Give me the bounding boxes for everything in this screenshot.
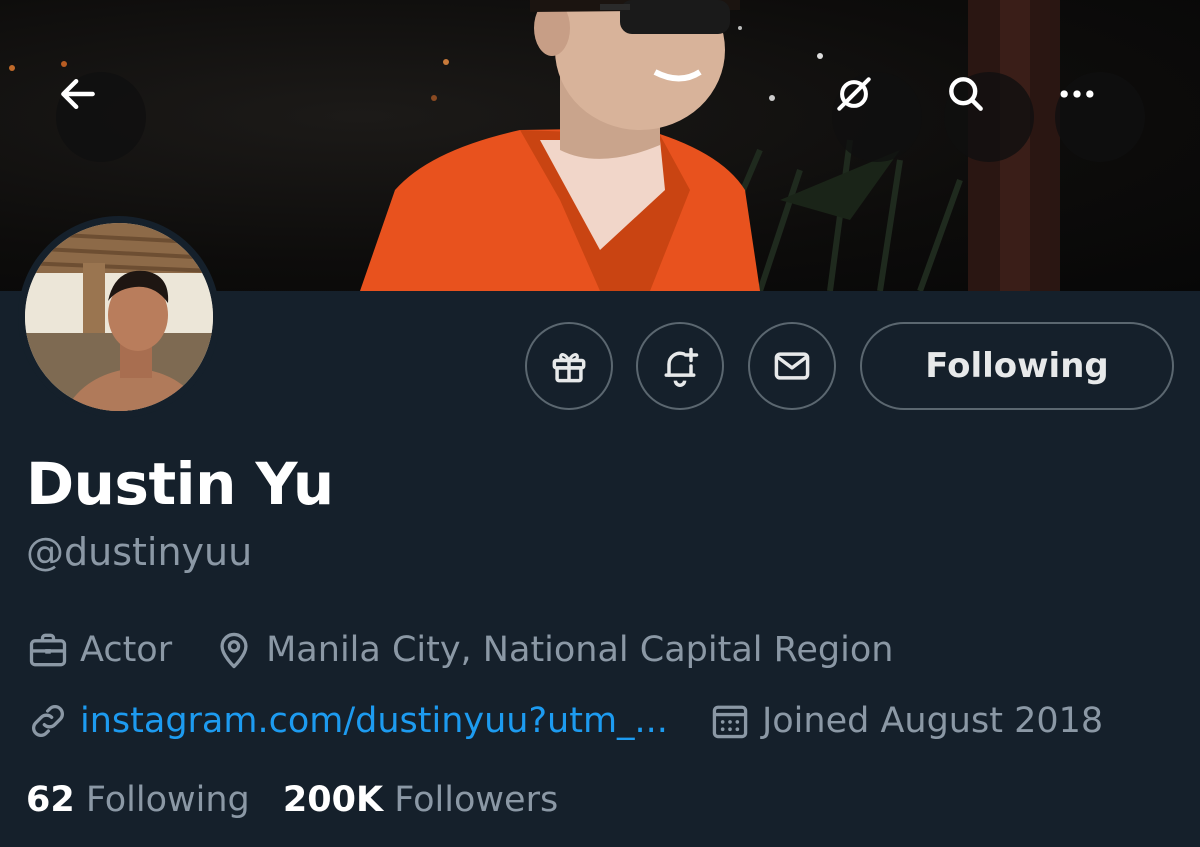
followers-label: Followers	[394, 780, 559, 820]
username-handle: @dustinyuu	[26, 530, 253, 574]
profile-meta-row-2: instagram.com/dustinyuu?utm_... Joined A…	[26, 699, 1103, 743]
profession-item: Actor	[26, 628, 172, 672]
back-button[interactable]	[56, 72, 146, 162]
following-count: 62	[26, 780, 75, 820]
bell-plus-icon	[664, 347, 699, 387]
joined-item: Joined August 2018	[708, 699, 1103, 743]
grok-button[interactable]	[832, 72, 922, 162]
following-button-label: Following	[925, 346, 1109, 386]
location-pin-icon	[220, 632, 248, 669]
location-text: Manila City, National Capital Region	[266, 630, 894, 670]
followers-count: 200K	[282, 780, 384, 820]
avatar-container[interactable]	[18, 216, 220, 418]
gift-icon	[552, 353, 586, 383]
joined-text: Joined August 2018	[761, 701, 1104, 741]
notifications-button[interactable]	[636, 322, 724, 410]
arrow-left-icon	[61, 78, 95, 110]
following-button[interactable]: Following	[860, 322, 1174, 410]
profile-meta-row-1: Actor Manila City, National Capital Regi…	[26, 628, 893, 672]
website-item[interactable]: instagram.com/dustinyuu?utm_...	[26, 699, 668, 743]
envelope-icon	[774, 352, 810, 380]
follow-stats: 62 Following 200K Followers	[26, 780, 558, 820]
calendar-icon	[712, 705, 748, 739]
following-stat[interactable]: 62 Following	[26, 780, 261, 820]
link-icon	[32, 705, 64, 737]
following-label: Following	[85, 780, 250, 820]
search-button[interactable]	[944, 72, 1034, 162]
location-item: Manila City, National Capital Region	[212, 628, 893, 672]
more-button[interactable]	[1055, 72, 1145, 162]
grok-icon	[837, 77, 871, 111]
more-horizontal-icon	[1060, 90, 1094, 98]
search-icon	[949, 77, 983, 111]
followers-stat[interactable]: 200K Followers	[283, 780, 558, 820]
message-button[interactable]	[748, 322, 836, 410]
subscribe-gift-button[interactable]	[525, 322, 613, 410]
website-link[interactable]: instagram.com/dustinyuu?utm_...	[80, 701, 668, 741]
avatar[interactable]	[25, 223, 213, 411]
profession-text: Actor	[80, 630, 173, 670]
display-name: Dustin Yu	[26, 450, 334, 518]
avatar-photo	[25, 223, 213, 411]
briefcase-icon	[29, 633, 67, 667]
